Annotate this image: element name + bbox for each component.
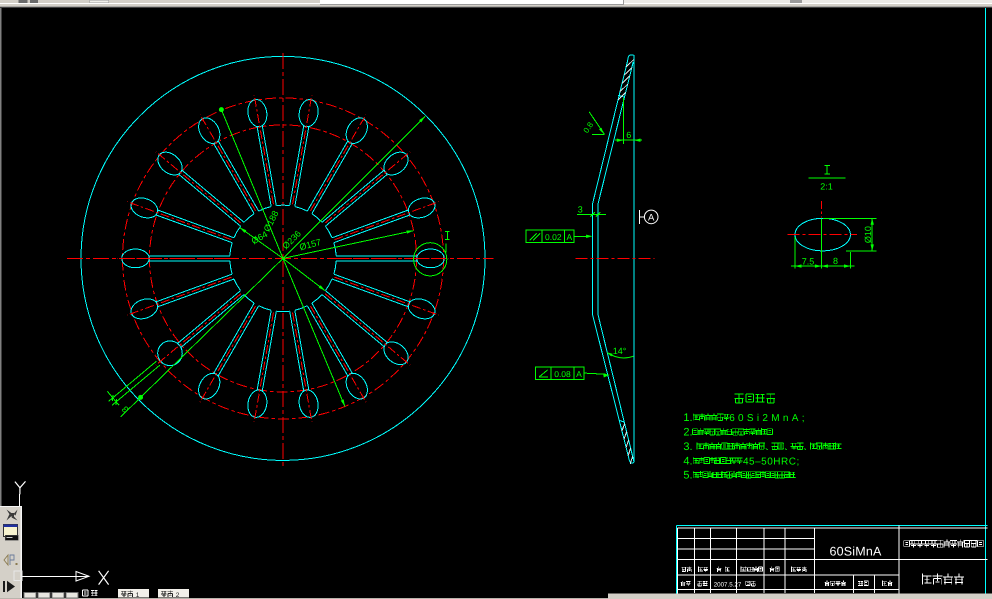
svg-text:1.: 1.	[683, 412, 692, 424]
svg-text:3: 3	[578, 205, 583, 215]
svg-text:14°: 14°	[613, 346, 627, 356]
svg-text:60Si2MnA;: 60Si2MnA;	[729, 413, 808, 424]
svg-text:2007.5.27: 2007.5.27	[714, 581, 742, 588]
svg-text:7.5: 7.5	[802, 256, 815, 266]
svg-text:2: 2	[176, 592, 180, 599]
svg-text:A: A	[648, 213, 655, 224]
svg-text:8: 8	[833, 256, 838, 266]
svg-text:1: 1	[136, 592, 140, 599]
svg-text:2:1: 2:1	[820, 182, 833, 192]
svg-text:45–50HRC;: 45–50HRC;	[743, 456, 800, 467]
svg-text:60SiMnA: 60SiMnA	[829, 545, 882, 559]
svg-text:0.02: 0.02	[545, 232, 562, 242]
svg-text:5.: 5.	[683, 469, 692, 481]
svg-text:3.: 3.	[683, 441, 692, 453]
svg-text:6: 6	[626, 130, 631, 140]
svg-text:A: A	[576, 369, 582, 379]
svg-text:A: A	[566, 232, 572, 242]
svg-text:2.: 2.	[683, 427, 692, 439]
svg-text:0.08: 0.08	[554, 369, 571, 379]
svg-text:Ø10: Ø10	[863, 226, 873, 243]
svg-text:4.: 4.	[683, 455, 692, 467]
